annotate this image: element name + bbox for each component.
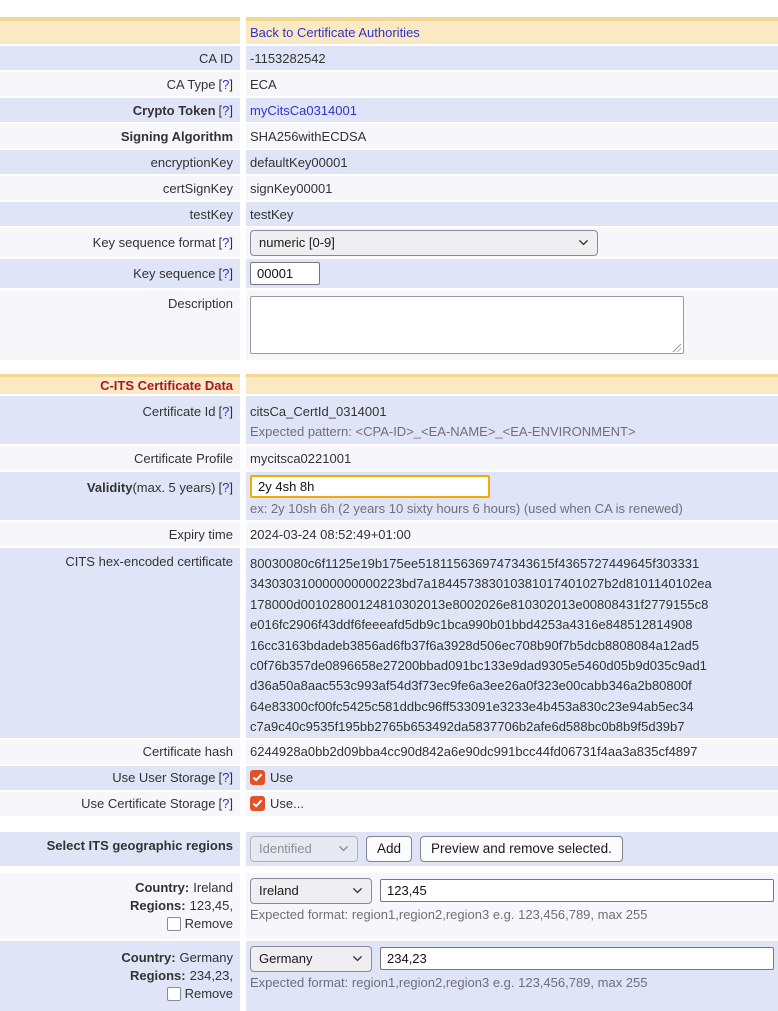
hex-line: 64e83300cf00fc5425c581ddbc96ff533091e323…	[250, 697, 694, 717]
region-list-input[interactable]	[380, 879, 774, 902]
hex-line: d36a50a8aac553c993af54d3f73ec9fe6a3ee26a…	[250, 676, 692, 696]
edit-ca-page: Back to Certificate Authorities CA ID -1…	[0, 0, 778, 1011]
region-type-select[interactable]: Identified	[250, 836, 358, 862]
country-select[interactable]: Germany	[250, 946, 372, 972]
chevron-down-icon	[578, 239, 589, 246]
certificate-id-cell: citsCa_CertId_0314001 Expected pattern: …	[246, 396, 778, 444]
ca-form-table: Back to Certificate Authorities CA ID -1…	[0, 17, 778, 1011]
hex-line: 16cc3163bdadeb3856ad6fb37f6a3928d506ec70…	[250, 636, 699, 656]
certificate-id-value: citsCa_CertId_0314001	[250, 402, 387, 422]
cits-section-header-right	[246, 374, 778, 394]
check-icon	[252, 773, 263, 782]
crypto-token-label: Crypto Token[?]	[0, 98, 240, 122]
remove-label: Remove	[185, 916, 233, 932]
key-sequence-format-selected-option: numeric [0-9]	[259, 235, 335, 250]
hex-line: c7a9c40c9535f195bb2765b653492da5837706b2…	[250, 717, 684, 737]
section-header-left	[0, 17, 240, 44]
chevron-down-icon	[352, 887, 363, 894]
crypto-token-value: myCitsCa0314001	[246, 98, 778, 122]
certificate-profile-value: mycitsca0221001	[246, 446, 778, 470]
hex-line: 343030310000000000223bd7a184457383010381…	[250, 574, 712, 594]
preview-remove-button[interactable]: Preview and remove selected.	[420, 836, 623, 862]
use-certificate-storage-checkbox[interactable]	[250, 796, 265, 811]
signing-algorithm-value: SHA256withECDSA	[246, 124, 778, 148]
use-certificate-storage-cell: Use...	[246, 792, 778, 816]
validity-label: Validity(max. 5 years)[?]	[0, 472, 240, 520]
expiry-time-label: Expiry time	[0, 522, 240, 546]
use-certificate-storage-checkbox-label: Use...	[270, 796, 304, 811]
use-user-storage-label: Use User Storage[?]	[0, 766, 240, 790]
select-regions-label: Select ITS geographic regions	[0, 832, 240, 866]
use-user-storage-checkbox[interactable]	[250, 770, 265, 785]
check-icon	[252, 799, 263, 808]
certificate-hash-value: 6244928a0bb2d09bba4cc90d842a6e90dc991bcc…	[246, 740, 778, 764]
key-sequence-cell	[246, 259, 778, 288]
cits-section-header-left: C-ITS Certificate Data	[0, 374, 240, 394]
crypto-token-link[interactable]: myCitsCa0314001	[250, 103, 357, 118]
test-key-label: testKey	[0, 202, 240, 226]
chevron-down-icon	[338, 845, 349, 852]
section-gap	[0, 362, 778, 372]
encryption-key-label: encryptionKey	[0, 150, 240, 174]
add-region-button[interactable]: Add	[366, 836, 412, 862]
key-sequence-label: Key sequence[?]	[0, 259, 240, 288]
validity-cell: ex: 2y 10sh 6h (2 years 10 sixty hours 6…	[246, 472, 778, 520]
select-regions-cell: Identified Add Preview and remove select…	[246, 832, 778, 866]
region-type-selected-option: Identified	[259, 841, 312, 856]
hex-line: 178000d00102800124810302013e8002026e8103…	[250, 595, 708, 615]
certificate-profile-label: Certificate Profile	[0, 446, 240, 470]
hex-line: 80030080c6f1125e19b175ee5181156369747343…	[250, 554, 699, 574]
cits-section-title: C-ITS Certificate Data	[100, 378, 233, 393]
region-entry-label: Country:Germany Regions:234,23, Remove	[0, 941, 240, 1011]
remove-region-checkbox[interactable]	[167, 917, 181, 931]
region-entry-label: Country:Ireland Regions:123,45, Remove	[0, 873, 240, 939]
region-format-hint: Expected format: region1,region2,region3…	[250, 907, 648, 922]
cert-sign-key-label: certSignKey	[0, 176, 240, 200]
country-selected-option: Ireland	[259, 883, 299, 898]
hex-line: e016fc2906f43ddf6feeeafd5db9c1bca990b01b…	[250, 615, 692, 635]
remove-label: Remove	[185, 986, 233, 1002]
certificate-id-label: Certificate Id[?]	[0, 396, 240, 444]
ca-type-label: CA Type[?]	[0, 72, 240, 96]
hex-certificate-value: 80030080c6f1125e19b175ee5181156369747343…	[246, 548, 778, 738]
key-sequence-format-select[interactable]: numeric [0-9]	[250, 230, 598, 256]
section-header-right: Back to Certificate Authorities	[246, 17, 778, 44]
country-selected-option: Germany	[259, 951, 312, 966]
use-user-storage-checkbox-label: Use	[270, 770, 293, 785]
country-select[interactable]: Ireland	[250, 878, 372, 904]
key-sequence-format-cell: numeric [0-9]	[246, 228, 778, 257]
description-cell	[246, 290, 778, 360]
region-format-hint: Expected format: region1,region2,region3…	[250, 975, 648, 990]
validity-hint: ex: 2y 10sh 6h (2 years 10 sixty hours 6…	[250, 501, 683, 516]
encryption-key-value: defaultKey00001	[246, 150, 778, 174]
key-sequence-format-label: Key sequence format[?]	[0, 228, 240, 257]
chevron-down-icon	[352, 955, 363, 962]
expiry-time-value: 2024-03-24 08:52:49+01:00	[246, 522, 778, 546]
ca-type-value: ECA	[246, 72, 778, 96]
description-label: Description	[0, 290, 240, 360]
use-certificate-storage-label: Use Certificate Storage[?]	[0, 792, 240, 816]
certificate-hash-label: Certificate hash	[0, 740, 240, 764]
cert-sign-key-value: signKey00001	[246, 176, 778, 200]
key-sequence-input[interactable]	[250, 262, 320, 285]
back-to-certificate-authorities-link[interactable]: Back to Certificate Authorities	[250, 25, 420, 40]
row-gap	[0, 868, 778, 871]
signing-algorithm-label: Signing Algorithm	[0, 124, 240, 148]
section-gap	[0, 818, 778, 830]
certificate-id-pattern-hint: Expected pattern: <CPA-ID>_<EA-NAME>_<EA…	[250, 422, 636, 442]
description-textarea[interactable]	[250, 296, 684, 354]
ca-id-label: CA ID	[0, 46, 240, 70]
region-list-input[interactable]	[380, 947, 774, 970]
region-entry-cell: Ireland Expected format: region1,region2…	[246, 873, 778, 939]
validity-input[interactable]	[250, 475, 490, 498]
hex-certificate-label: CITS hex-encoded certificate	[0, 548, 240, 738]
hex-line: c0f76b357de0896658e27200bbad091bc133e9da…	[250, 656, 707, 676]
test-key-value: testKey	[246, 202, 778, 226]
region-entry-cell: Germany Expected format: region1,region2…	[246, 941, 778, 1011]
ca-id-value: -1153282542	[246, 46, 778, 70]
use-user-storage-cell: Use	[246, 766, 778, 790]
